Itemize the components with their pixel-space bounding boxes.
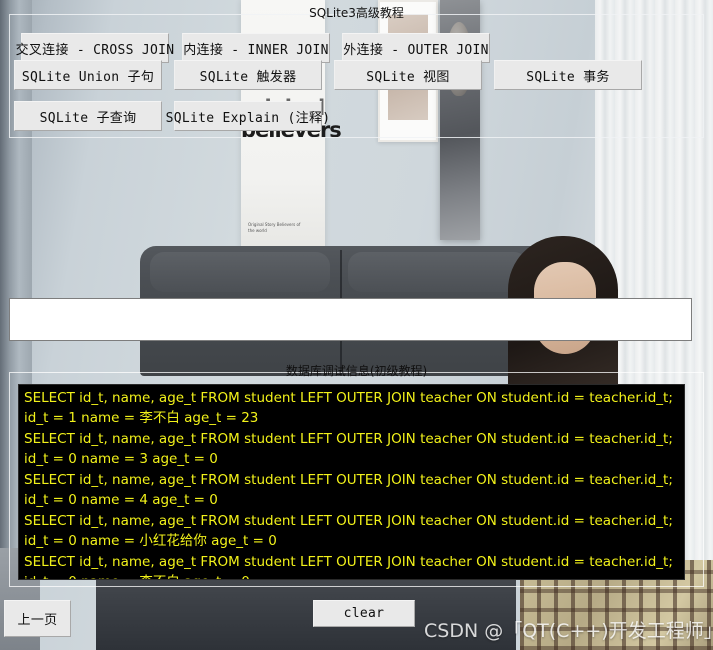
debug-log-line: SELECT id_t, name, age_t FROM student LE… (24, 472, 673, 508)
tutorial-group-title: SQLite3高级教程 (309, 6, 404, 20)
button-explain[interactable]: SQLite Explain (注释) (166, 101, 330, 131)
button-subquery[interactable]: SQLite 子查询 (14, 101, 162, 131)
button-transaction[interactable]: SQLite 事务 (494, 60, 642, 90)
button-inner-join[interactable]: 内连接 - INNER JOIN (182, 33, 330, 63)
button-union-clause[interactable]: SQLite Union 子句 (14, 60, 162, 90)
sql-result-textedit[interactable] (9, 298, 692, 341)
prev-page-button[interactable]: 上一页 (4, 600, 71, 637)
debug-console[interactable]: SELECT id_t, name, age_t FROM student LE… (18, 384, 685, 580)
debug-log-line: SELECT id_t, name, age_t FROM student LE… (24, 513, 673, 549)
background-sofa-cushion-left (150, 252, 330, 292)
button-trigger[interactable]: SQLite 触发器 (174, 60, 322, 90)
debug-log-line: SELECT id_t, name, age_t FROM student LE… (24, 431, 673, 467)
csdn-watermark: CSDN @「QT(C++)开发工程师」 (424, 620, 713, 642)
background-poster-fineprint: Original Story Believers of the world (248, 222, 301, 233)
button-outer-join[interactable]: 外连接 - OUTER JOIN (342, 33, 490, 63)
button-cross-join[interactable]: 交叉连接 - CROSS JOIN (16, 33, 174, 63)
background-sofa-cushion-right (348, 252, 528, 292)
debug-log-line: SELECT id_t, name, age_t FROM student LE… (24, 554, 673, 579)
clear-button[interactable]: clear (313, 600, 415, 627)
debug-group-title: 数据库调试信息(初级教程) (285, 364, 428, 378)
debug-log-line: SELECT id_t, name, age_t FROM student LE… (24, 390, 673, 426)
button-view[interactable]: SQLite 视图 (334, 60, 482, 90)
